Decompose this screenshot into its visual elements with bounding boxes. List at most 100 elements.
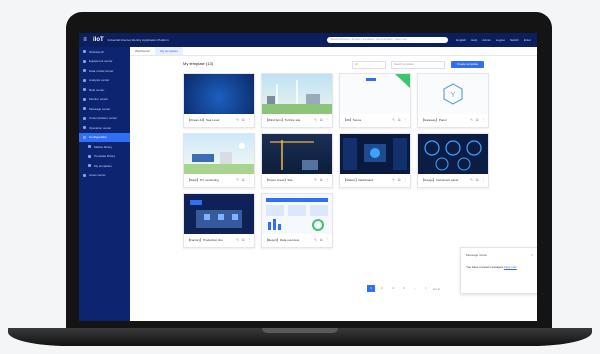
menu-icon[interactable]: ≡	[81, 37, 89, 43]
sidebar-item-operation[interactable]: Operation center	[79, 123, 130, 133]
page-3[interactable]: 3	[389, 285, 397, 292]
template-thumbnail	[184, 194, 254, 234]
edit-icon[interactable]: ✎	[236, 178, 239, 182]
page-1[interactable]: 1	[367, 285, 375, 292]
sidebar-item-workbench[interactable]: Workbench	[79, 47, 130, 57]
goto-label: Go to	[433, 286, 441, 291]
sidebar-item-data-model[interactable]: Data model center	[79, 66, 130, 76]
create-template-button[interactable]: Create template	[451, 61, 484, 68]
template-card[interactable]: 【Solar】PV monitoring ✎ ⧉ ⋮	[183, 133, 255, 188]
close-icon[interactable]: ×	[531, 252, 533, 257]
folder-icon	[88, 164, 91, 168]
page-ellipsis[interactable]: ...	[411, 285, 419, 292]
copy-icon[interactable]: ⧉	[320, 178, 323, 182]
more-icon[interactable]: ⋮	[326, 178, 330, 182]
tab-my-templates[interactable]: My templates	[155, 47, 183, 55]
next-page-button[interactable]: >	[422, 285, 430, 292]
copy-icon[interactable]: ⧉	[320, 238, 323, 242]
sidebar-item-label: Workbench	[89, 49, 105, 54]
edit-icon[interactable]: ✎	[314, 178, 317, 182]
template-card[interactable]: 【Wind farm】Turbine site ✎ ⧉ ⋮	[261, 73, 333, 128]
template-card[interactable]: 【Factory】Production line ✎ ⧉ ⋮	[183, 193, 255, 248]
template-card[interactable]: 【Gauge】Instrument panel ✎ ⧉ ⋮	[417, 133, 489, 188]
language-switch[interactable]: English	[456, 38, 466, 42]
logout-link[interactable]: Logout	[496, 38, 505, 42]
template-card[interactable]: 【3D】Scene ✎ ⧉ ⋮	[339, 73, 411, 128]
page-2[interactable]: 2	[378, 285, 386, 292]
edit-icon[interactable]: ✎	[314, 118, 317, 122]
sidebar-item-template-library[interactable]: Template library	[79, 152, 130, 162]
gauge-panel-illustration	[424, 140, 482, 171]
template-thumbnail	[184, 134, 254, 174]
sidebar-item-my-templates[interactable]: My templates	[79, 161, 130, 171]
copy-icon[interactable]: ⧉	[242, 118, 245, 122]
tab-workbench[interactable]: Workbench	[130, 47, 155, 55]
sidebar-item-asset[interactable]: Asset center	[79, 171, 130, 181]
sidebar-item-label: Configuration	[89, 135, 107, 140]
template-card[interactable]: 【Ocean-11】Sea Level ✎ ⧉ ⋮	[183, 73, 255, 128]
wind-farm-illustration	[262, 80, 332, 114]
more-icon[interactable]: ⋮	[326, 118, 330, 122]
switch-link[interactable]: Switch	[510, 38, 519, 42]
sidebar-item-configuration[interactable]: Configuration	[79, 132, 130, 142]
more-icon[interactable]: ⋮	[404, 118, 408, 122]
operation-icon	[83, 126, 86, 130]
page-4[interactable]: 4	[400, 285, 408, 292]
sidebar-item-market-library[interactable]: Market library	[79, 142, 130, 152]
template-caption: 【Solar】PV monitoring	[187, 178, 219, 182]
more-icon[interactable]: ⋮	[482, 118, 486, 122]
sidebar-item-monitor[interactable]: Monitor center	[79, 95, 130, 105]
more-icon[interactable]: ⋮	[248, 178, 252, 182]
more-icon[interactable]: ⋮	[326, 238, 330, 242]
card-actions: ✎ ⧉ ⋮	[314, 238, 329, 242]
edit-icon[interactable]: ✎	[236, 118, 239, 122]
template-icon	[88, 154, 91, 158]
template-caption: 【Gauge】Instrument panel	[421, 178, 459, 182]
more-icon[interactable]: ⋮	[482, 178, 486, 182]
more-icon[interactable]: ⋮	[248, 118, 252, 122]
more-icon[interactable]: ⋮	[248, 238, 252, 242]
edit-icon[interactable]: ✎	[236, 238, 239, 242]
enter-link[interactable]: Enter	[524, 38, 531, 42]
template-search-input[interactable]: Search templates	[391, 61, 445, 69]
pagination: 1 2 3 4 ... > Go to	[367, 285, 440, 292]
template-card[interactable]: Y 【Gateway】Panel ✎ ⧉ ⋮	[417, 73, 489, 128]
sidebar-item-analysis[interactable]: Analysis center	[79, 76, 130, 86]
edit-icon[interactable]: ✎	[392, 118, 395, 122]
copy-icon[interactable]: ⧉	[398, 178, 401, 182]
template-card[interactable]: 【Report】Data overview ✎ ⧉ ⋮	[261, 193, 333, 248]
template-card[interactable]: 【Station】Dashboard ✎ ⧉ ⋮	[339, 133, 411, 188]
copy-icon[interactable]: ⧉	[476, 118, 479, 122]
copy-icon[interactable]: ⧉	[242, 238, 245, 242]
edit-icon[interactable]: ✎	[392, 178, 395, 182]
global-search-input[interactable]: Search functions / devices / templates /…	[327, 37, 449, 43]
sidebar-item-label: Data model center	[89, 68, 114, 73]
card-actions: ✎ ⧉ ⋮	[236, 118, 251, 122]
template-caption: 【Gateway】Panel	[421, 118, 447, 122]
card-actions: ✎ ⧉ ⋮	[470, 118, 485, 122]
edit-icon[interactable]: ✎	[470, 178, 473, 182]
more-icon[interactable]: ⋮	[404, 178, 408, 182]
sidebar-item-rule[interactable]: Rule center	[79, 85, 130, 95]
template-card[interactable]: 【Tower crane】Site ✎ ⧉ ⋮	[261, 133, 333, 188]
sidebar-item-equipment[interactable]: Equipment center	[79, 57, 130, 67]
view-messages-link[interactable]: View now	[504, 265, 517, 269]
user-menu[interactable]: Admin	[482, 38, 491, 42]
edit-icon[interactable]: ✎	[314, 238, 317, 242]
edit-icon[interactable]: ✎	[470, 118, 473, 122]
sidebar-item-message[interactable]: Message center	[79, 104, 130, 114]
template-thumbnail	[262, 134, 332, 174]
copy-icon[interactable]: ⧉	[320, 118, 323, 122]
copy-icon[interactable]: ⧉	[242, 178, 245, 182]
hexagon-logo-icon: Y	[443, 83, 463, 105]
main-content: My template (13) All Search templates Cr…	[183, 57, 489, 297]
template-caption: 【Wind farm】Turbine site	[265, 118, 301, 122]
tower-crane-illustration	[270, 140, 318, 170]
copy-icon[interactable]: ⧉	[476, 178, 479, 182]
sidebar-item-label: Operation center	[89, 125, 112, 130]
filter-select[interactable]: All	[352, 61, 386, 69]
model-icon	[83, 69, 86, 73]
help-link[interactable]: Help	[471, 38, 477, 42]
copy-icon[interactable]: ⧉	[398, 118, 401, 122]
sidebar-item-customization[interactable]: Customization center	[79, 114, 130, 124]
